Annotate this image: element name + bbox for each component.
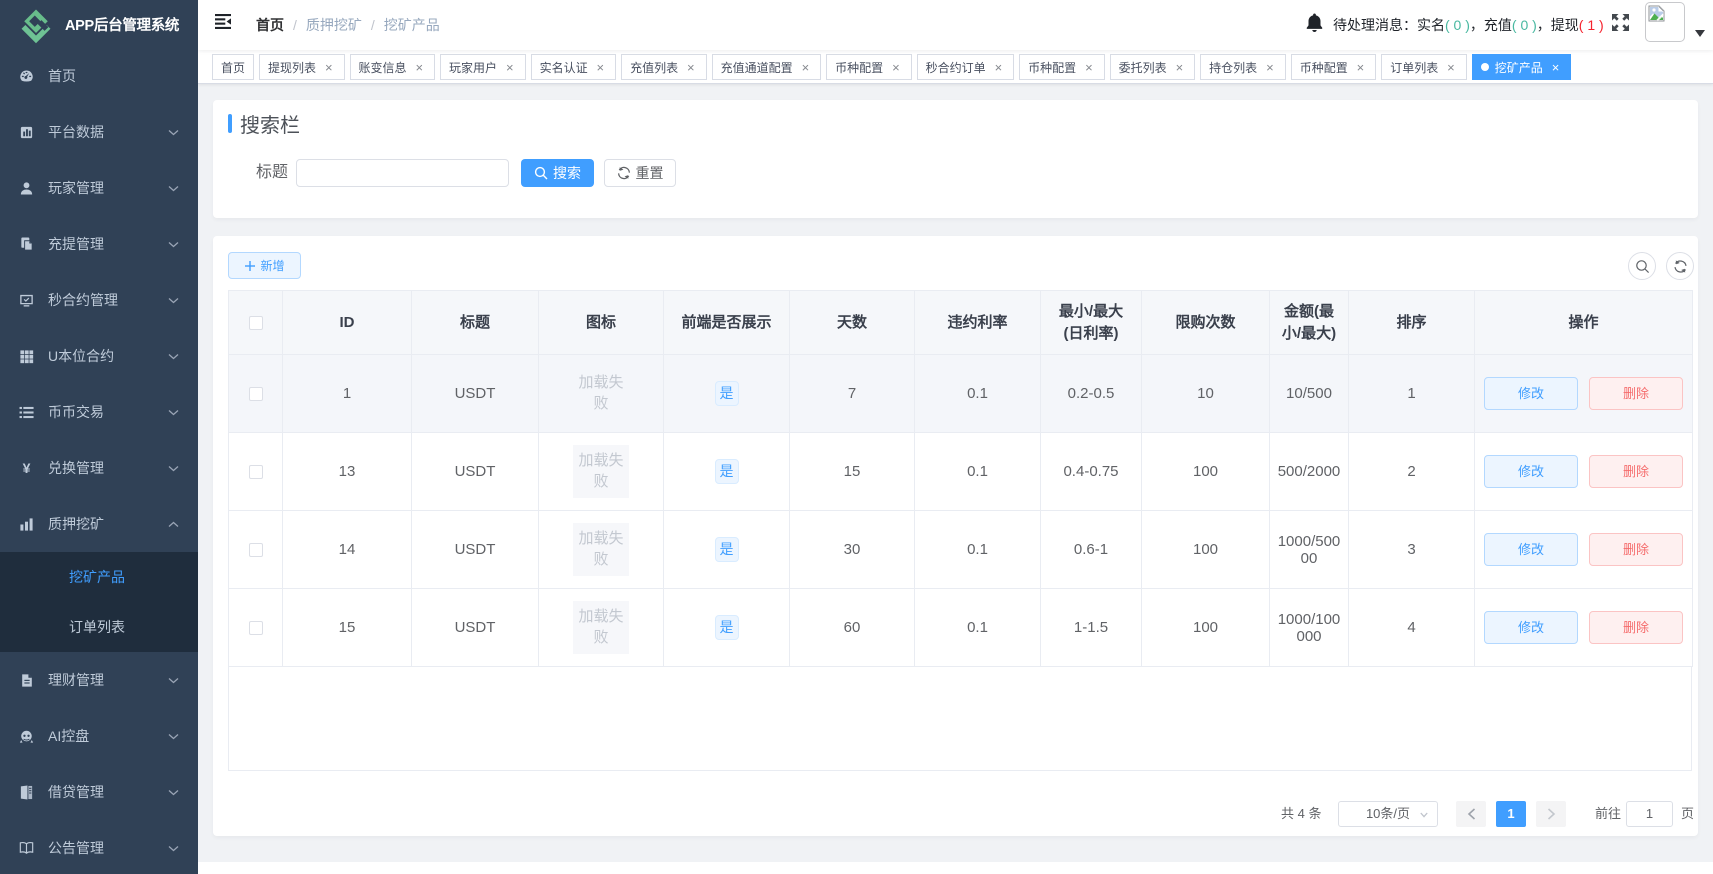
svg-text:¥: ¥	[23, 461, 31, 476]
